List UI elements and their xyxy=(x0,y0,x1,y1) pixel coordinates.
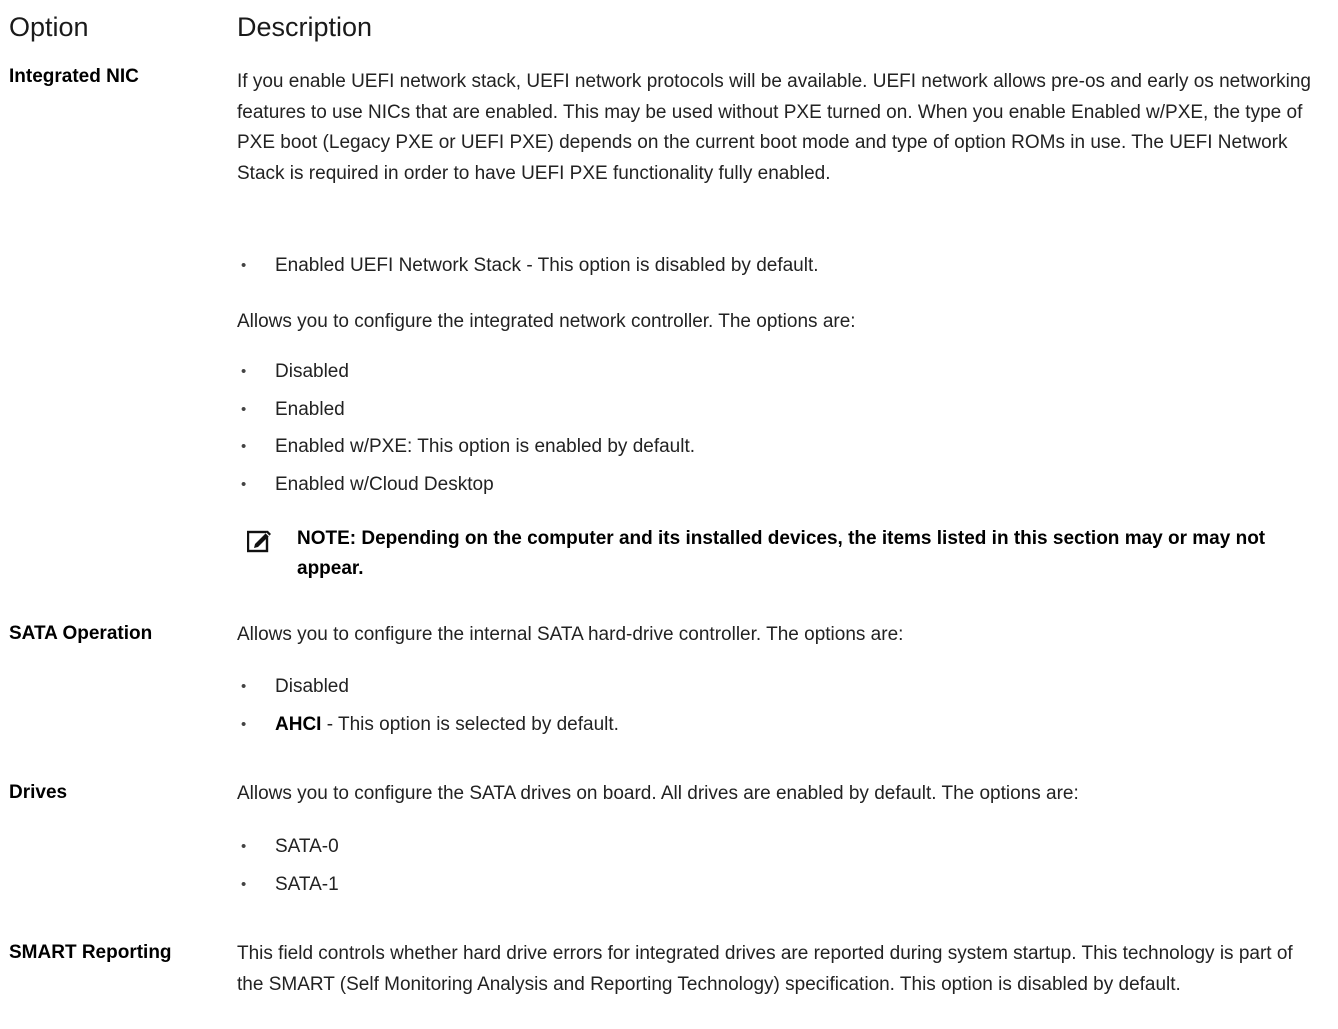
bullet-icon: • xyxy=(241,838,247,855)
smart-reporting-description: This field controls whether hard drive e… xyxy=(237,943,1293,995)
option-name-sata-operation: SATA Operation xyxy=(9,623,153,644)
column-header-option: Option xyxy=(9,12,89,42)
list-item: • Enabled xyxy=(237,391,695,429)
bullet-icon: • xyxy=(241,875,247,893)
bios-options-table: Option Description Integrated NIC If you… xyxy=(0,0,1338,1029)
pencil-note-icon xyxy=(247,530,271,553)
integrated-nic-options-list: • Disabled • Enabled • Enabled w/PXE: This … xyxy=(237,353,695,503)
sata-operation-description: Allows you to configure the internal SAT… xyxy=(237,624,904,645)
column-header-description: Description xyxy=(237,12,373,42)
integrated-nic-stack-list: • Enabled UEFI Network Stack - This optio… xyxy=(237,247,819,285)
list-item: • AHCI - This option is selected by defau… xyxy=(237,706,619,744)
note-text: NOTE: Depending on the computer and its … xyxy=(297,528,1266,579)
option-name-integrated-nic: Integrated NIC xyxy=(9,66,139,87)
option-name-drives: Drives xyxy=(9,782,68,803)
list-item: • Enabled w/PXE: This option is enabled b… xyxy=(237,428,695,466)
integrated-nic-paragraph-2: Allows you to configure the integrated n… xyxy=(237,311,856,332)
bullet-icon: • xyxy=(241,475,247,493)
option-name-smart-reporting: SMART Reporting xyxy=(9,942,172,963)
drives-description: Allows you to configure the SATA drives … xyxy=(237,783,1079,804)
drives-options-list: • SATA-0 • SATA-1 xyxy=(237,828,339,903)
list-item: • Disabled xyxy=(237,353,695,391)
bullet-icon: • xyxy=(241,678,247,695)
bullet-icon: • xyxy=(241,363,247,380)
integrated-nic-paragraph-1: If you enable UEFI network stack, UEFI n… xyxy=(237,71,1311,184)
bullet-icon: • xyxy=(241,438,247,455)
note-box: NOTE: Depending on the computer and its … xyxy=(247,524,1327,594)
bullet-icon: • xyxy=(241,257,247,274)
sata-operation-options-list: • Disabled • AHCI - This option is selecte… xyxy=(237,668,619,743)
bullet-icon: • xyxy=(241,715,247,733)
list-item: • Enabled w/Cloud Desktop xyxy=(237,466,695,504)
list-item: • SATA-0 xyxy=(237,828,339,866)
list-item: • Enabled UEFI Network Stack - This optio… xyxy=(237,247,819,285)
bullet-icon: • xyxy=(241,400,247,418)
list-item: • SATA-1 xyxy=(237,866,339,904)
list-item: • Disabled xyxy=(237,668,619,706)
